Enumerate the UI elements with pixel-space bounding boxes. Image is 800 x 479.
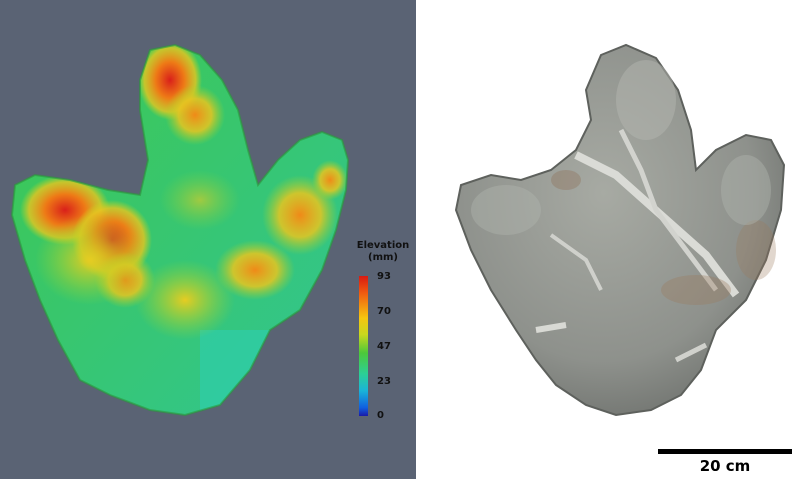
- legend-color-bar: [359, 276, 368, 416]
- legend-title-line2: (mm): [368, 252, 398, 263]
- legend-title: Elevation (mm): [353, 240, 413, 264]
- legend-title-line1: Elevation: [356, 240, 410, 251]
- scale-bar: [658, 449, 792, 454]
- legend-tick: 70: [377, 306, 391, 317]
- legend-tick: 93: [377, 271, 391, 282]
- legend-tick: 0: [377, 410, 384, 421]
- scale-bar-label: 20 cm: [699, 457, 751, 475]
- legend-tick: 47: [377, 341, 391, 352]
- elevation-map-panel: Elevation (mm) 93 70 47 23 0: [0, 0, 416, 479]
- elevation-legend: Elevation (mm) 93 70 47 23 0: [353, 240, 413, 430]
- specimen-photo-panel: [416, 0, 800, 479]
- legend-tick: 23: [377, 376, 391, 387]
- specimen-photo: [454, 43, 786, 417]
